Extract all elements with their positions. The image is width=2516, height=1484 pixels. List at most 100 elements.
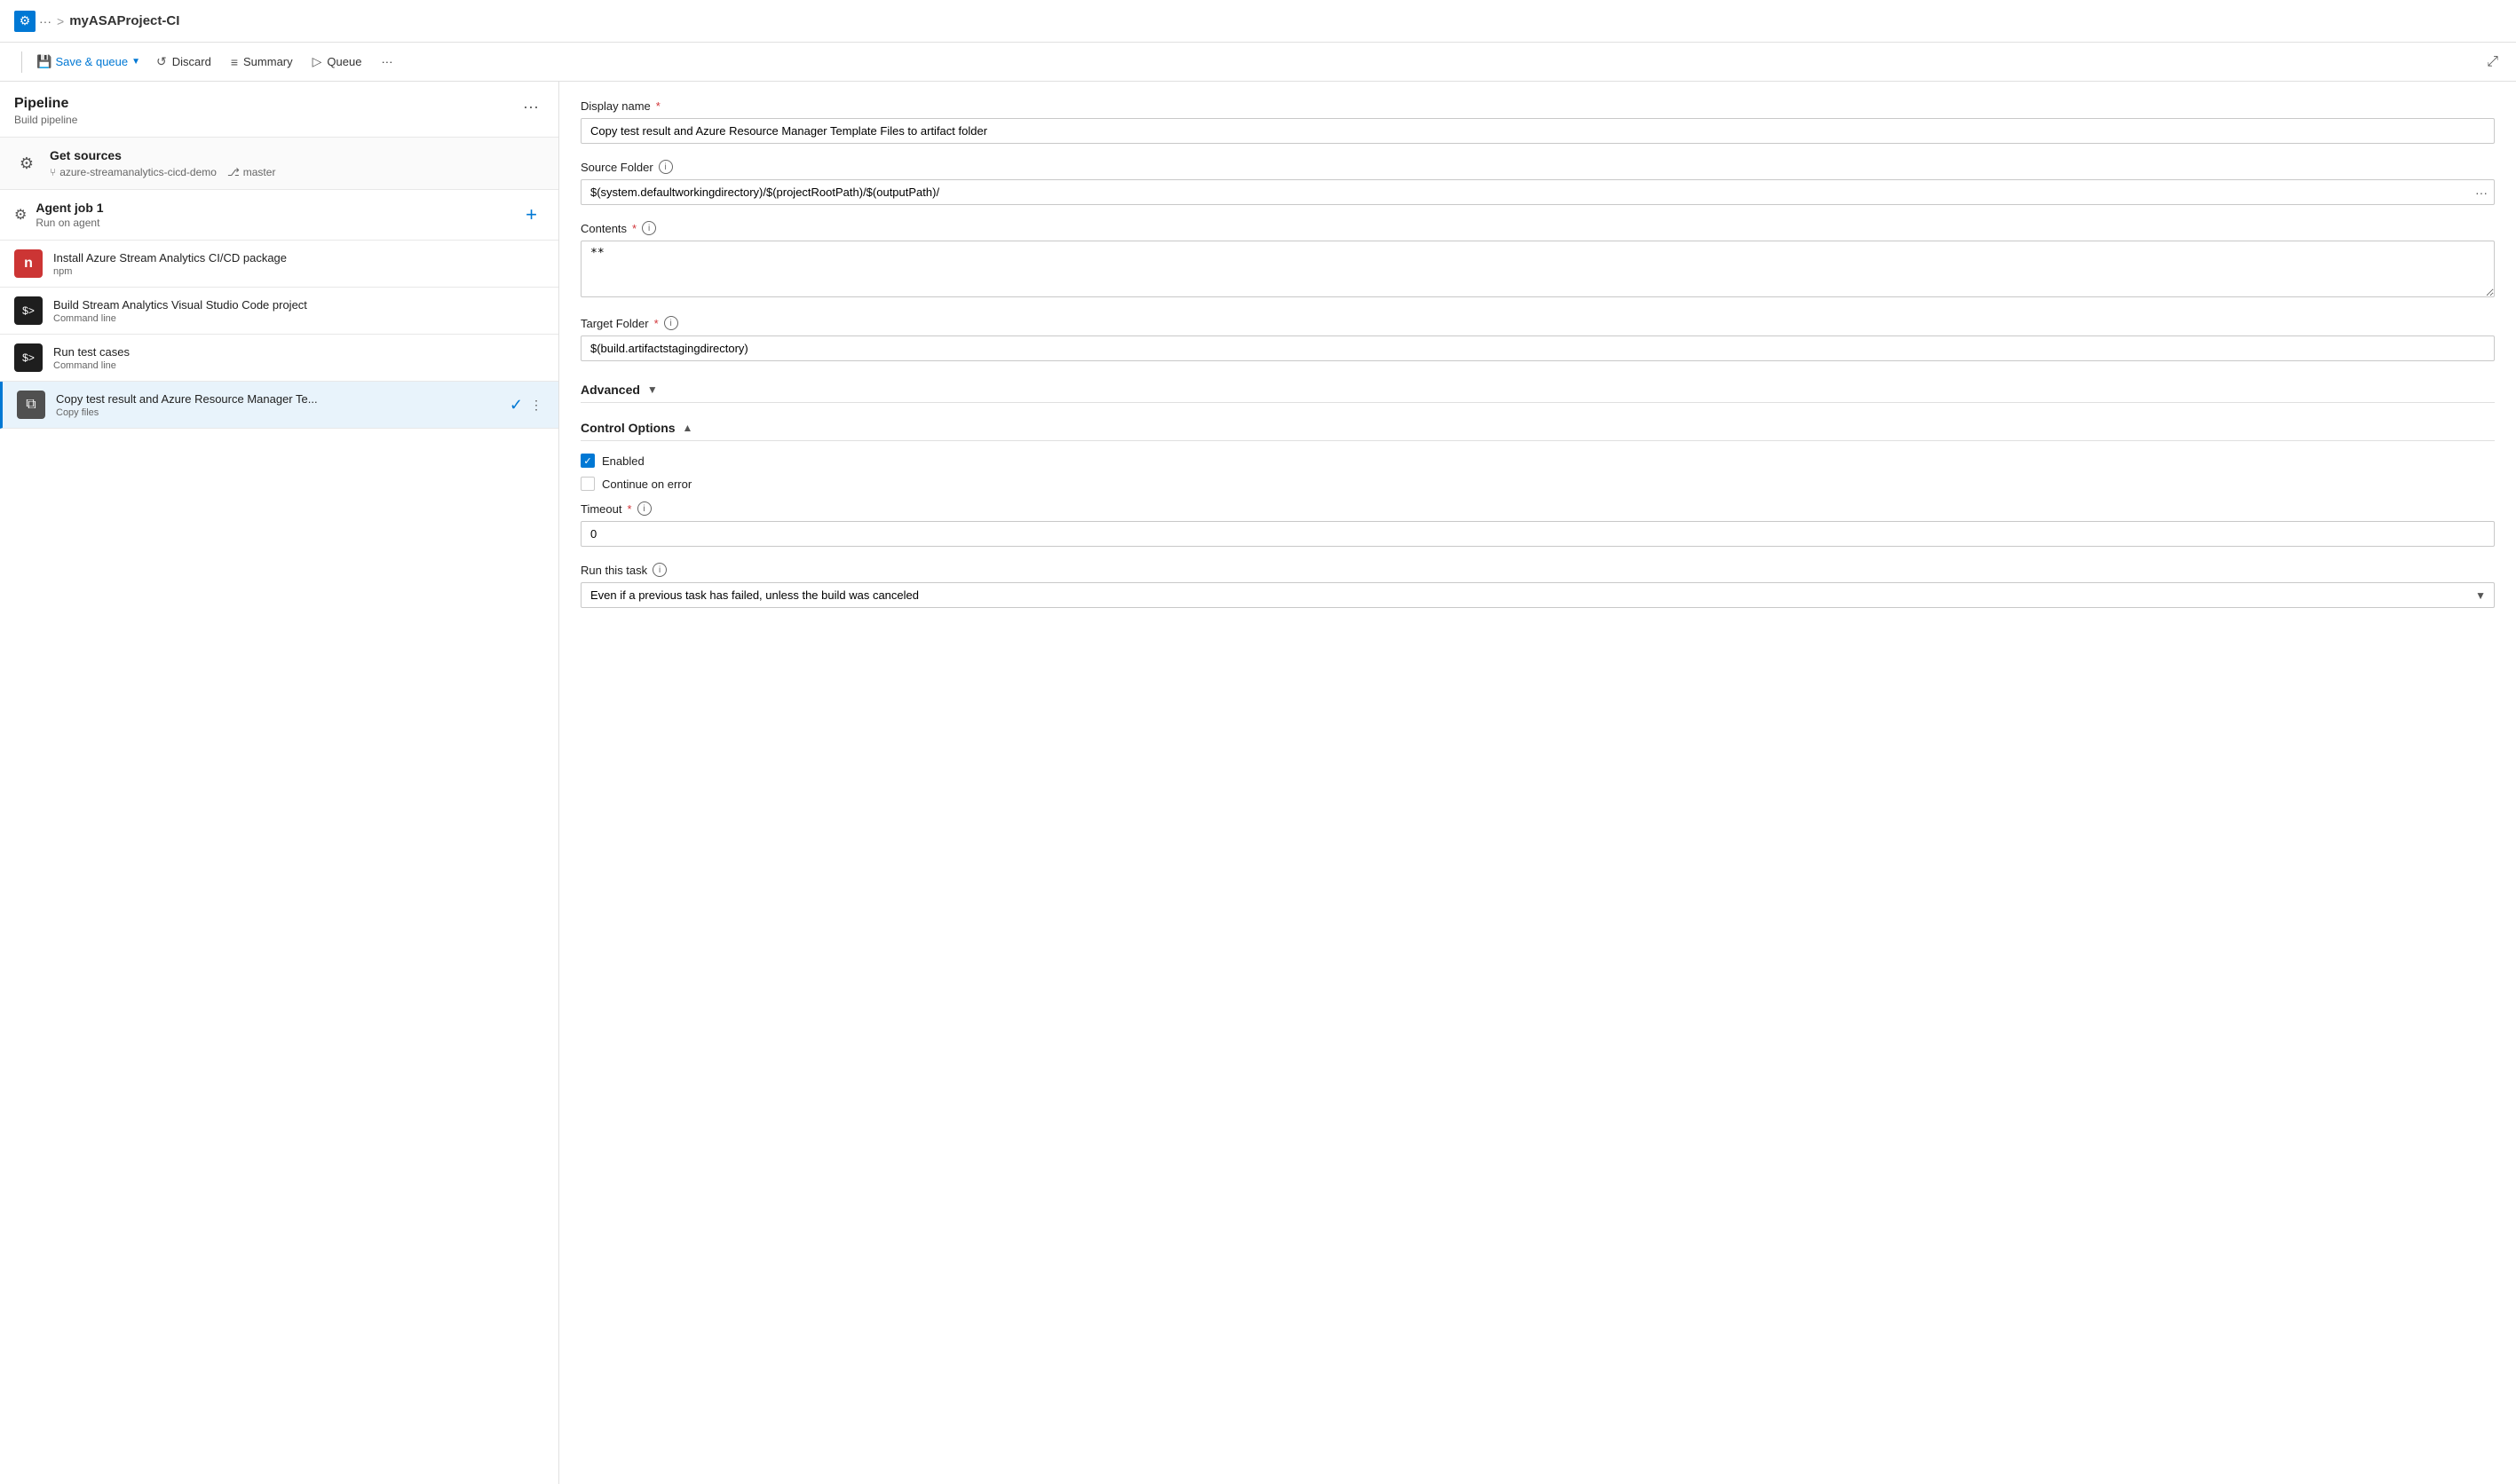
- run-this-task-info-icon[interactable]: i: [653, 563, 667, 577]
- branch-name: master: [243, 166, 276, 178]
- npm-icon: n: [14, 249, 43, 278]
- task-actions: ✓ ⋮: [510, 396, 544, 414]
- get-sources-item[interactable]: ⚙ Get sources ⑂ azure-streamanalytics-ci…: [0, 138, 558, 190]
- cmd-icon: $>: [14, 343, 43, 372]
- contents-input[interactable]: **: [581, 241, 2495, 297]
- agent-job-icon: ⚙: [14, 206, 27, 224]
- task-content: Install Azure Stream Analytics CI/CD pac…: [53, 251, 544, 277]
- app-logo: ⚙: [14, 11, 36, 32]
- target-folder-input[interactable]: [581, 335, 2495, 361]
- agent-job-left: ⚙ Agent job 1 Run on agent: [14, 201, 104, 229]
- advanced-section-header[interactable]: Advanced ▼: [581, 377, 2495, 403]
- timeout-input[interactable]: [581, 521, 2495, 547]
- task-title: Build Stream Analytics Visual Studio Cod…: [53, 298, 544, 312]
- display-name-input[interactable]: [581, 118, 2495, 144]
- summary-button[interactable]: ≡ Summary: [222, 51, 302, 73]
- display-name-required: *: [656, 99, 661, 113]
- task-item-active[interactable]: ⧉ Copy test result and Azure Resource Ma…: [0, 382, 558, 429]
- queue-label: Queue: [327, 55, 361, 68]
- pipeline-header: Pipeline Build pipeline ···: [0, 82, 558, 138]
- get-sources-meta: ⑂ azure-streamanalytics-cicd-demo ⎇ mast…: [50, 166, 275, 178]
- get-sources-icon: ⚙: [14, 151, 39, 176]
- task-content: Copy test result and Azure Resource Mana…: [56, 392, 499, 418]
- breadcrumb-dots[interactable]: ···: [39, 14, 51, 28]
- pipeline-title-group: Pipeline Build pipeline: [14, 96, 77, 126]
- advanced-label: Advanced: [581, 383, 640, 397]
- control-options-section-header[interactable]: Control Options ▲: [581, 415, 2495, 441]
- contents-required: *: [632, 222, 637, 235]
- timeout-field: Timeout * i: [581, 501, 2495, 547]
- task-title: Install Azure Stream Analytics CI/CD pac…: [53, 251, 544, 264]
- task-item[interactable]: $> Build Stream Analytics Visual Studio …: [0, 288, 558, 335]
- target-folder-field: Target Folder * i: [581, 316, 2495, 361]
- run-this-task-label: Run this task i: [581, 563, 2495, 577]
- discard-label: Discard: [172, 55, 211, 68]
- continue-on-error-checkbox[interactable]: [581, 477, 595, 491]
- enabled-checkbox-row[interactable]: ✓ Enabled: [581, 454, 2495, 468]
- save-queue-button[interactable]: 💾 Save & queue ▼: [31, 51, 146, 73]
- get-sources-content: Get sources ⑂ azure-streamanalytics-cicd…: [50, 148, 275, 178]
- timeout-label: Timeout * i: [581, 501, 2495, 516]
- save-icon: 💾: [36, 54, 51, 69]
- pipeline-more-button[interactable]: ···: [518, 96, 544, 118]
- display-name-label: Display name *: [581, 99, 2495, 113]
- task-more-button[interactable]: ⋮: [528, 396, 544, 414]
- timeout-label-text: Timeout: [581, 502, 621, 516]
- continue-on-error-label: Continue on error: [602, 478, 692, 491]
- source-folder-label-text: Source Folder: [581, 161, 653, 174]
- toolbar: 💾 Save & queue ▼ ↺ Discard ≡ Summary ▷ Q…: [0, 43, 2516, 82]
- run-this-task-select[interactable]: Even if a previous task has failed, unle…: [581, 582, 2495, 608]
- source-folder-wrapper: ···: [581, 179, 2495, 205]
- cmd-icon: $>: [14, 296, 43, 325]
- save-queue-label: Save & queue: [55, 55, 128, 68]
- source-folder-field: Source Folder i ···: [581, 160, 2495, 205]
- target-folder-info-icon[interactable]: i: [664, 316, 678, 330]
- task-item[interactable]: n Install Azure Stream Analytics CI/CD p…: [0, 241, 558, 288]
- branch-icon: ⎇: [227, 166, 240, 178]
- summary-label: Summary: [243, 55, 293, 68]
- repo-meta: ⑂ azure-streamanalytics-cicd-demo: [50, 166, 217, 178]
- toolbar-divider-left: [21, 51, 22, 73]
- task-title: Run test cases: [53, 345, 544, 359]
- chevron-down-icon: ▼: [131, 57, 140, 67]
- task-subtitle: Command line: [53, 360, 544, 371]
- copy-icon: ⧉: [17, 391, 45, 419]
- discard-button[interactable]: ↺ Discard: [147, 51, 220, 73]
- agent-job-subtitle: Run on agent: [36, 217, 103, 229]
- topbar: ⚙ ··· > myASAProject-CI: [0, 0, 2516, 43]
- queue-icon: ▷: [313, 54, 322, 69]
- pipeline-subtitle: Build pipeline: [14, 114, 77, 126]
- run-this-task-wrapper: Even if a previous task has failed, unle…: [581, 582, 2495, 608]
- discard-icon: ↺: [156, 54, 167, 69]
- pipeline-title: Pipeline: [14, 96, 77, 112]
- add-task-button[interactable]: +: [518, 201, 544, 228]
- timeout-info-icon[interactable]: i: [637, 501, 652, 516]
- main-layout: Pipeline Build pipeline ··· ⚙ Get source…: [0, 82, 2516, 1484]
- source-folder-input[interactable]: [581, 179, 2495, 205]
- source-folder-label: Source Folder i: [581, 160, 2495, 174]
- task-check-icon: ✓: [510, 396, 523, 414]
- contents-label: Contents * i: [581, 221, 2495, 235]
- right-panel: Display name * Source Folder i ··· Conte…: [559, 82, 2516, 1484]
- task-item[interactable]: $> Run test cases Command line: [0, 335, 558, 382]
- expand-button[interactable]: ⤢: [2483, 51, 2502, 74]
- repo-icon: ⑂: [50, 166, 56, 178]
- advanced-chevron-icon: ▼: [647, 383, 658, 396]
- contents-label-text: Contents: [581, 222, 627, 235]
- control-options-chevron-icon: ▲: [683, 422, 693, 434]
- control-options-label: Control Options: [581, 421, 676, 435]
- source-folder-more-button[interactable]: ···: [2473, 184, 2489, 201]
- enabled-checkbox[interactable]: ✓: [581, 454, 595, 468]
- target-folder-required: *: [654, 317, 659, 330]
- agent-job-header[interactable]: ⚙ Agent job 1 Run on agent +: [0, 190, 558, 241]
- continue-on-error-checkbox-row[interactable]: Continue on error: [581, 477, 2495, 491]
- repo-name: azure-streamanalytics-cicd-demo: [59, 166, 217, 178]
- contents-info-icon[interactable]: i: [642, 221, 656, 235]
- run-this-task-label-text: Run this task: [581, 564, 647, 577]
- target-folder-label-text: Target Folder: [581, 317, 649, 330]
- source-folder-info-icon[interactable]: i: [659, 160, 673, 174]
- queue-button[interactable]: ▷ Queue: [304, 51, 371, 73]
- more-options-button[interactable]: ···: [372, 51, 401, 72]
- display-name-label-text: Display name: [581, 99, 651, 113]
- task-subtitle: Command line: [53, 313, 544, 324]
